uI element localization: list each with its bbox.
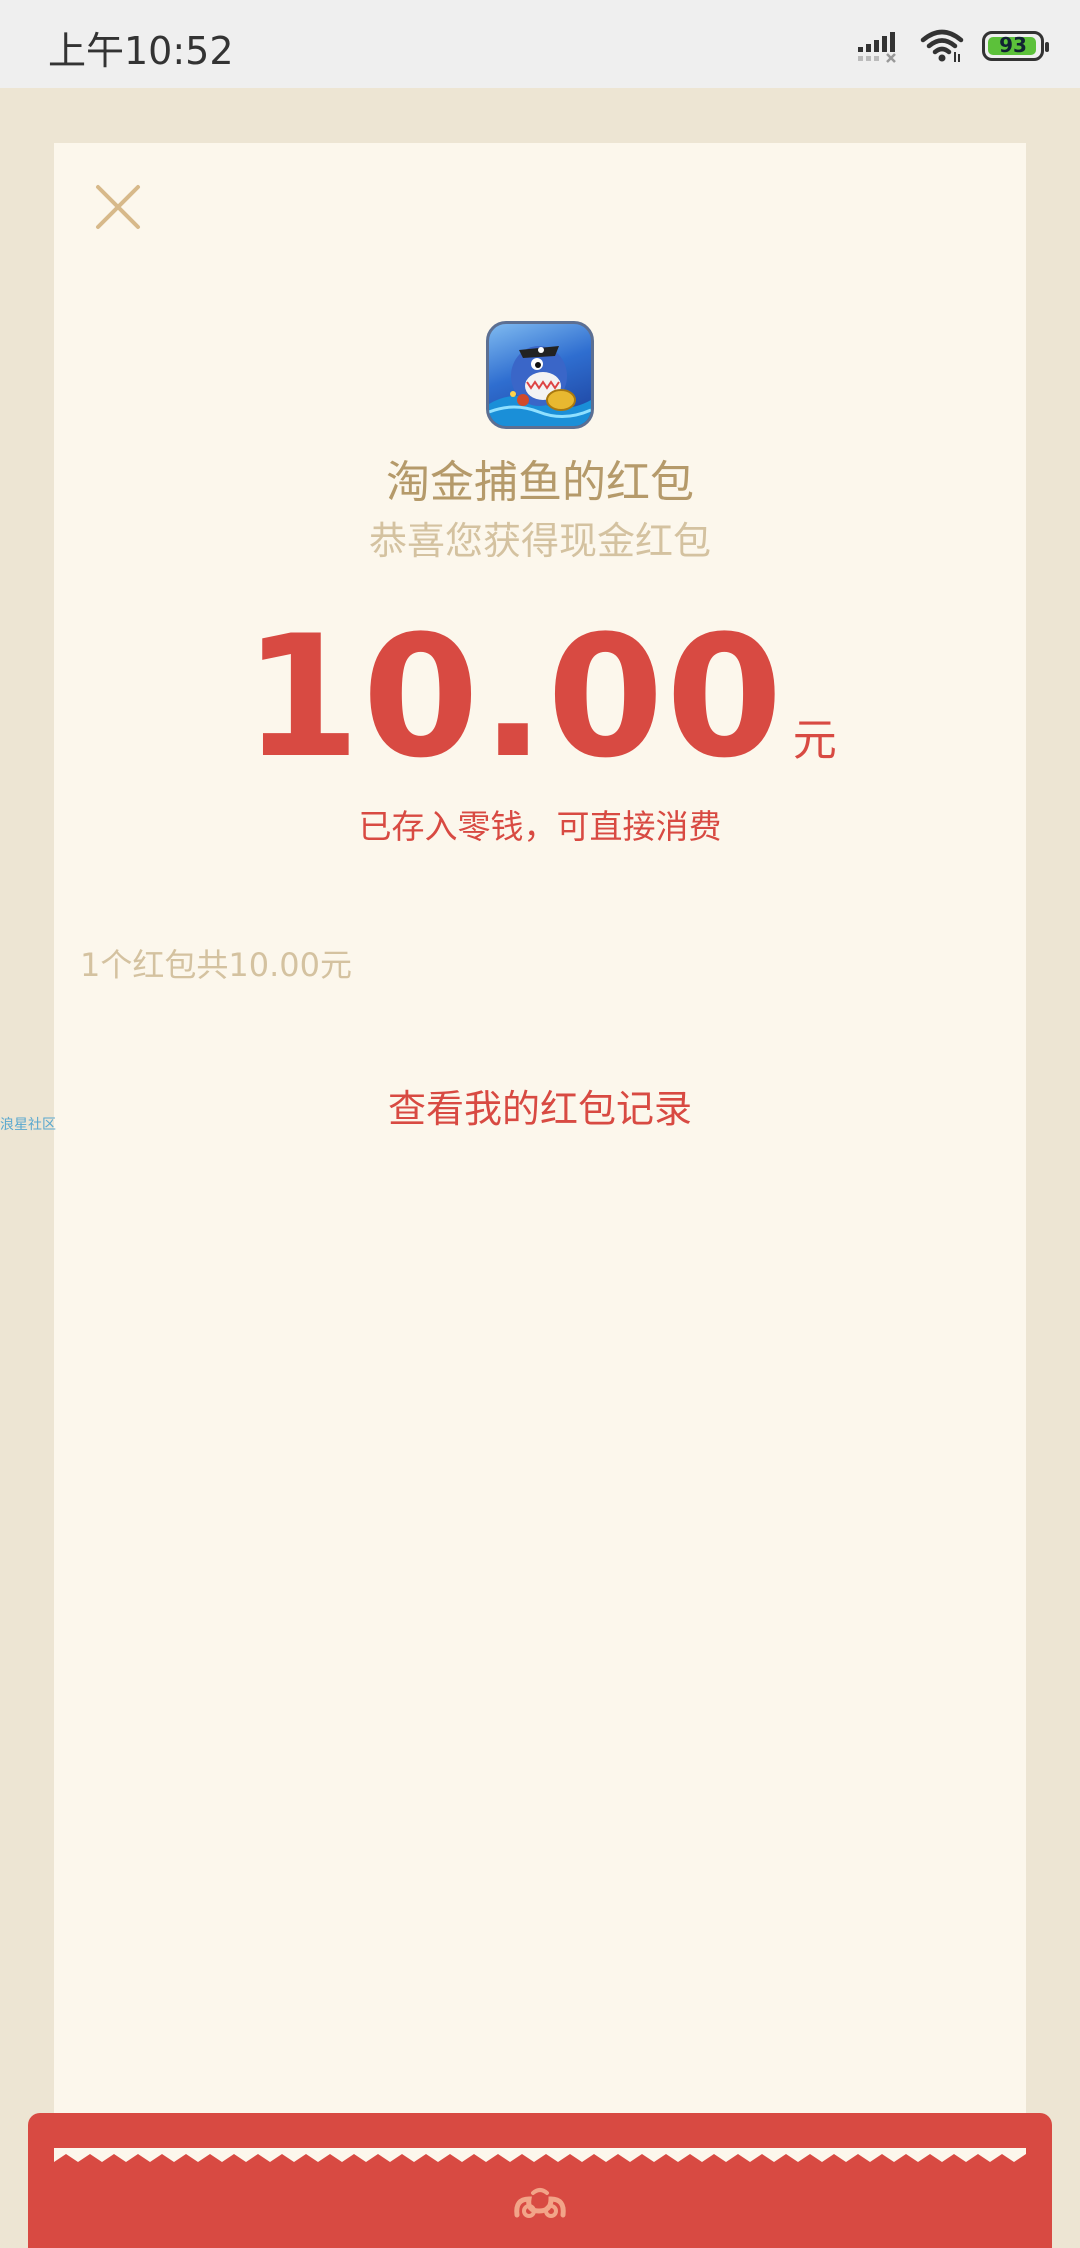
status-bar: 上午10:52 93 [0,0,1080,88]
zigzag-edge [54,2148,1026,2162]
view-records-link[interactable]: 查看我的红包记录 [54,1078,1026,1133]
red-packet-card: 淘金捕鱼的红包 恭喜您获得现金红包 10.00 元 已存入零钱，可直接消费 1个红… [54,143,1026,2153]
watermark-text: 浪星社区 [0,1117,56,1133]
bottom-red-bar [28,2113,1052,2248]
saved-note: 已存入零钱，可直接消费 [358,807,722,846]
close-icon[interactable] [92,181,144,233]
fish-game-app-icon [486,321,594,429]
sender-name: 淘金捕鱼的红包 [386,457,694,508]
wifi-icon [920,29,964,62]
signal-icon [858,32,896,63]
amount-value: 10.00 [243,599,785,795]
status-icons: 93 [856,26,1049,66]
packet-summary: 1个红包共10.00元 [80,946,352,984]
amount-unit: 元 [792,715,837,766]
battery-level: 93 [999,33,1027,57]
cloud-logo-icon [514,2188,566,2218]
status-time: 上午10:52 [48,29,234,73]
amount-display: 10.00 元 [54,613,1026,781]
greeting-text: 恭喜您获得现金红包 [368,519,711,563]
battery-cap [1045,42,1049,52]
battery-icon: 93 [982,31,1049,61]
